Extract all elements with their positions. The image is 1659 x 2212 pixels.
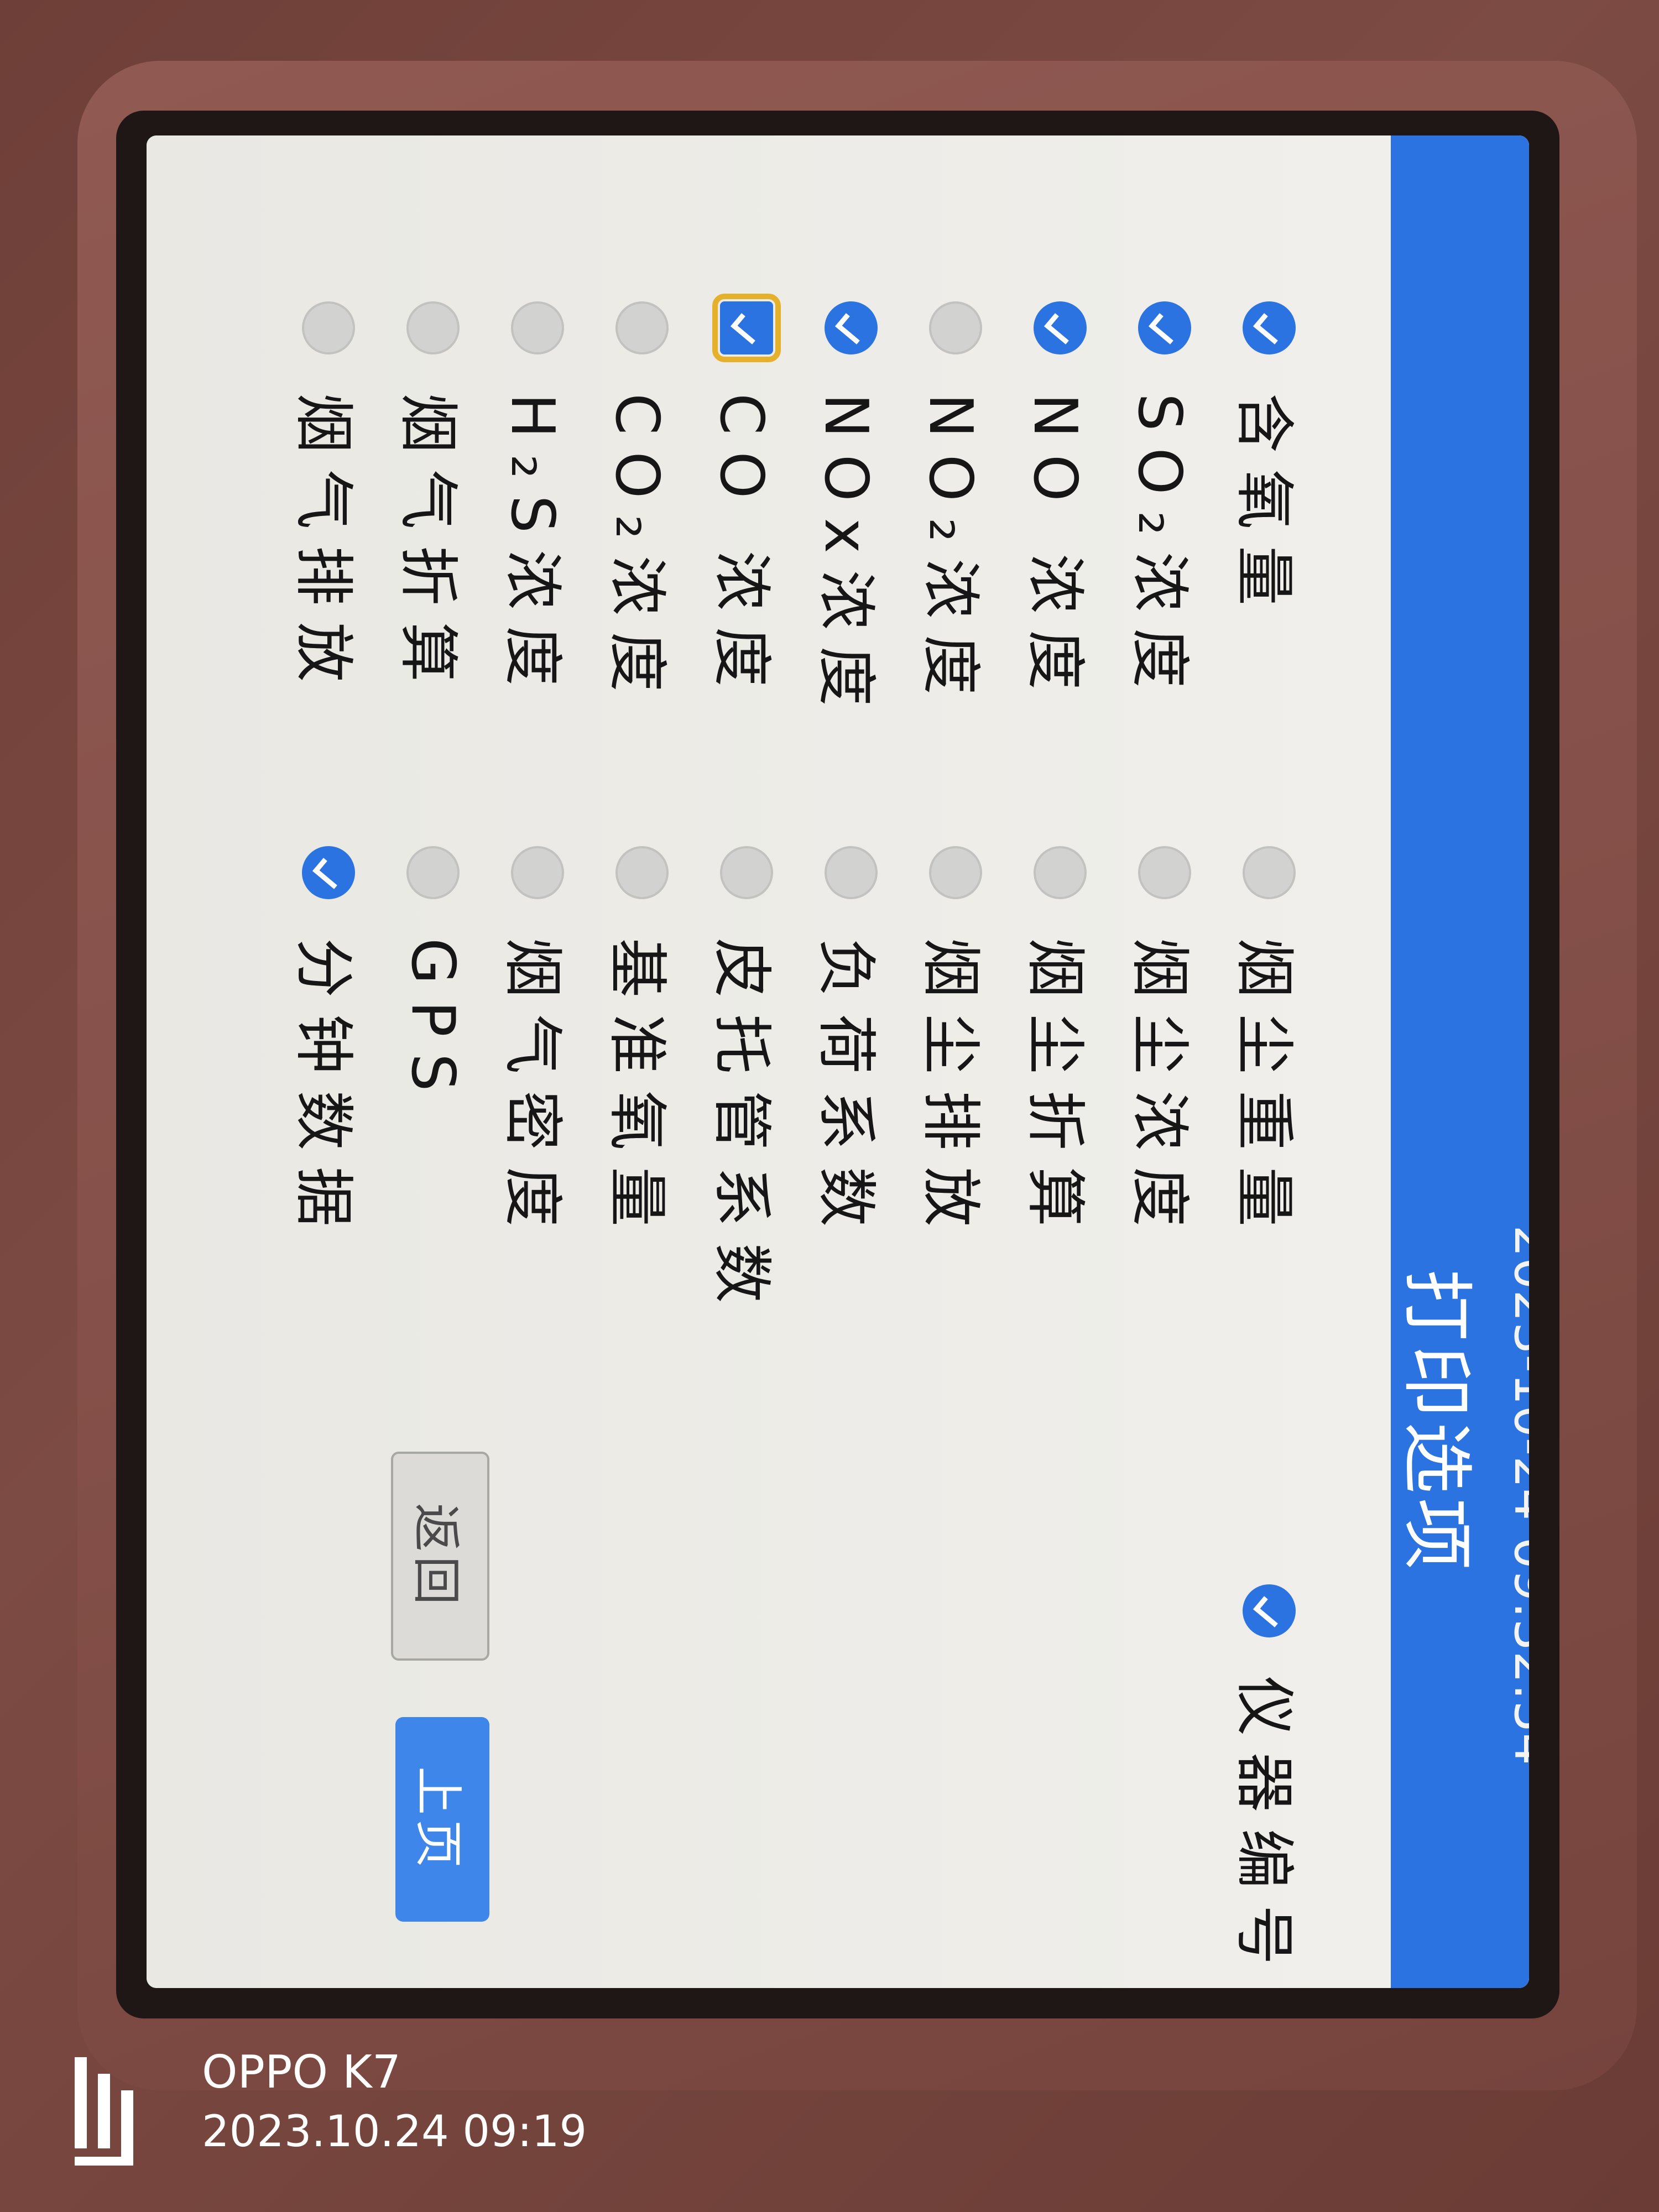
option-label: GPS bbox=[398, 938, 468, 1108]
option-label: CO 浓度 bbox=[707, 393, 776, 703]
option-row[interactable]: 烟气折算 bbox=[392, 301, 474, 698]
option-row[interactable]: 基准氧量 bbox=[601, 846, 684, 1243]
option-label: 皮托管系数 bbox=[707, 938, 776, 1320]
unchecked-icon[interactable] bbox=[406, 846, 460, 899]
unchecked-icon[interactable] bbox=[511, 301, 564, 354]
option-label: 负荷系数 bbox=[811, 938, 880, 1244]
option-label: 仪器编号 bbox=[1229, 1676, 1298, 1982]
option-row[interactable]: CO 浓度 bbox=[705, 294, 788, 703]
option-row[interactable]: 仪器编号 bbox=[1228, 1584, 1311, 1981]
option-row[interactable]: 烟尘浓度 bbox=[1123, 846, 1206, 1243]
option-row[interactable]: 烟尘折算 bbox=[1019, 846, 1102, 1243]
checked-icon[interactable] bbox=[302, 846, 355, 899]
unchecked-icon[interactable] bbox=[825, 846, 878, 899]
option-label: 烟气折算 bbox=[393, 393, 462, 699]
photo-background: 打印选项 2023-10-24 09:32:54 含氧量 SO₂浓度 NO 浓度 NO… bbox=[0, 0, 1659, 2212]
checked-icon[interactable] bbox=[1243, 1584, 1296, 1637]
option-row[interactable]: 烟气密度 bbox=[496, 846, 579, 1243]
option-row[interactable]: 烟尘重量 bbox=[1228, 846, 1311, 1243]
option-label: H₂S浓度 bbox=[498, 393, 567, 703]
option-label: CO₂浓度 bbox=[602, 393, 671, 708]
option-label: 烟气排放 bbox=[289, 393, 358, 699]
option-label: 基准氧量 bbox=[602, 938, 671, 1244]
option-row[interactable]: 分钟数据 bbox=[287, 846, 370, 1243]
option-label: 烟气密度 bbox=[498, 938, 567, 1244]
option-row[interactable]: NO 浓度 bbox=[1019, 301, 1102, 706]
option-label: 烟尘排放 bbox=[916, 938, 985, 1244]
option-row[interactable]: GPS bbox=[392, 846, 474, 1108]
option-row[interactable]: NOx浓度 bbox=[810, 301, 893, 723]
unchecked-icon[interactable] bbox=[929, 301, 982, 354]
page-title: 打印选项 bbox=[1395, 1269, 1479, 1575]
option-row[interactable]: SO₂浓度 bbox=[1123, 301, 1206, 705]
option-row[interactable]: CO₂浓度 bbox=[601, 301, 684, 708]
unchecked-icon[interactable] bbox=[511, 846, 564, 899]
option-label: SO₂浓度 bbox=[1125, 393, 1194, 705]
device-screen: 打印选项 2023-10-24 09:32:54 含氧量 SO₂浓度 NO 浓度 NO… bbox=[147, 135, 1529, 1988]
unchecked-icon[interactable] bbox=[406, 301, 460, 354]
option-label: 含氧量 bbox=[1229, 393, 1298, 623]
checked-icon[interactable] bbox=[712, 294, 781, 362]
clock-datetime: 2023-10-24 09:32:54 bbox=[1503, 1225, 1529, 1766]
rotated-display: 打印选项 2023-10-24 09:32:54 含氧量 SO₂浓度 NO 浓度 NO… bbox=[147, 135, 1529, 1988]
checked-icon[interactable] bbox=[1243, 301, 1296, 354]
unchecked-icon[interactable] bbox=[929, 846, 982, 899]
option-label: NO₂浓度 bbox=[916, 393, 985, 712]
option-label: 烟尘折算 bbox=[1020, 938, 1089, 1244]
unchecked-icon[interactable] bbox=[1034, 846, 1087, 899]
option-row[interactable]: 负荷系数 bbox=[810, 846, 893, 1243]
option-label: NOx浓度 bbox=[811, 393, 880, 723]
option-label: 烟尘重量 bbox=[1229, 938, 1298, 1244]
option-row[interactable]: 烟尘排放 bbox=[914, 846, 997, 1243]
option-row[interactable]: 含氧量 bbox=[1228, 301, 1311, 622]
prev-page-button[interactable]: 上页 bbox=[395, 1717, 489, 1922]
option-row[interactable]: H₂S浓度 bbox=[496, 301, 579, 702]
unchecked-icon[interactable] bbox=[1138, 846, 1191, 899]
option-row[interactable]: 皮托管系数 bbox=[705, 846, 788, 1319]
unchecked-icon[interactable] bbox=[615, 846, 669, 899]
option-label: 烟尘浓度 bbox=[1125, 938, 1194, 1244]
watermark-timestamp: 2023.10.24 09:19 bbox=[202, 2107, 587, 2157]
option-row[interactable]: 烟气排放 bbox=[287, 301, 370, 698]
option-label: NO 浓度 bbox=[1020, 393, 1089, 707]
unchecked-icon[interactable] bbox=[1243, 846, 1296, 899]
option-row[interactable]: NO₂浓度 bbox=[914, 301, 997, 711]
watermark-camera: OPPO K7 bbox=[202, 2046, 401, 2099]
unchecked-icon[interactable] bbox=[302, 301, 355, 354]
checked-icon[interactable] bbox=[1138, 301, 1191, 354]
unchecked-icon[interactable] bbox=[720, 846, 773, 899]
return-button[interactable]: 返回 bbox=[391, 1452, 489, 1661]
unchecked-icon[interactable] bbox=[615, 301, 669, 354]
checked-icon[interactable] bbox=[1034, 301, 1087, 354]
option-label: 分钟数据 bbox=[289, 938, 358, 1244]
camera-logo-icon bbox=[75, 2057, 133, 2166]
checked-icon[interactable] bbox=[825, 301, 878, 354]
